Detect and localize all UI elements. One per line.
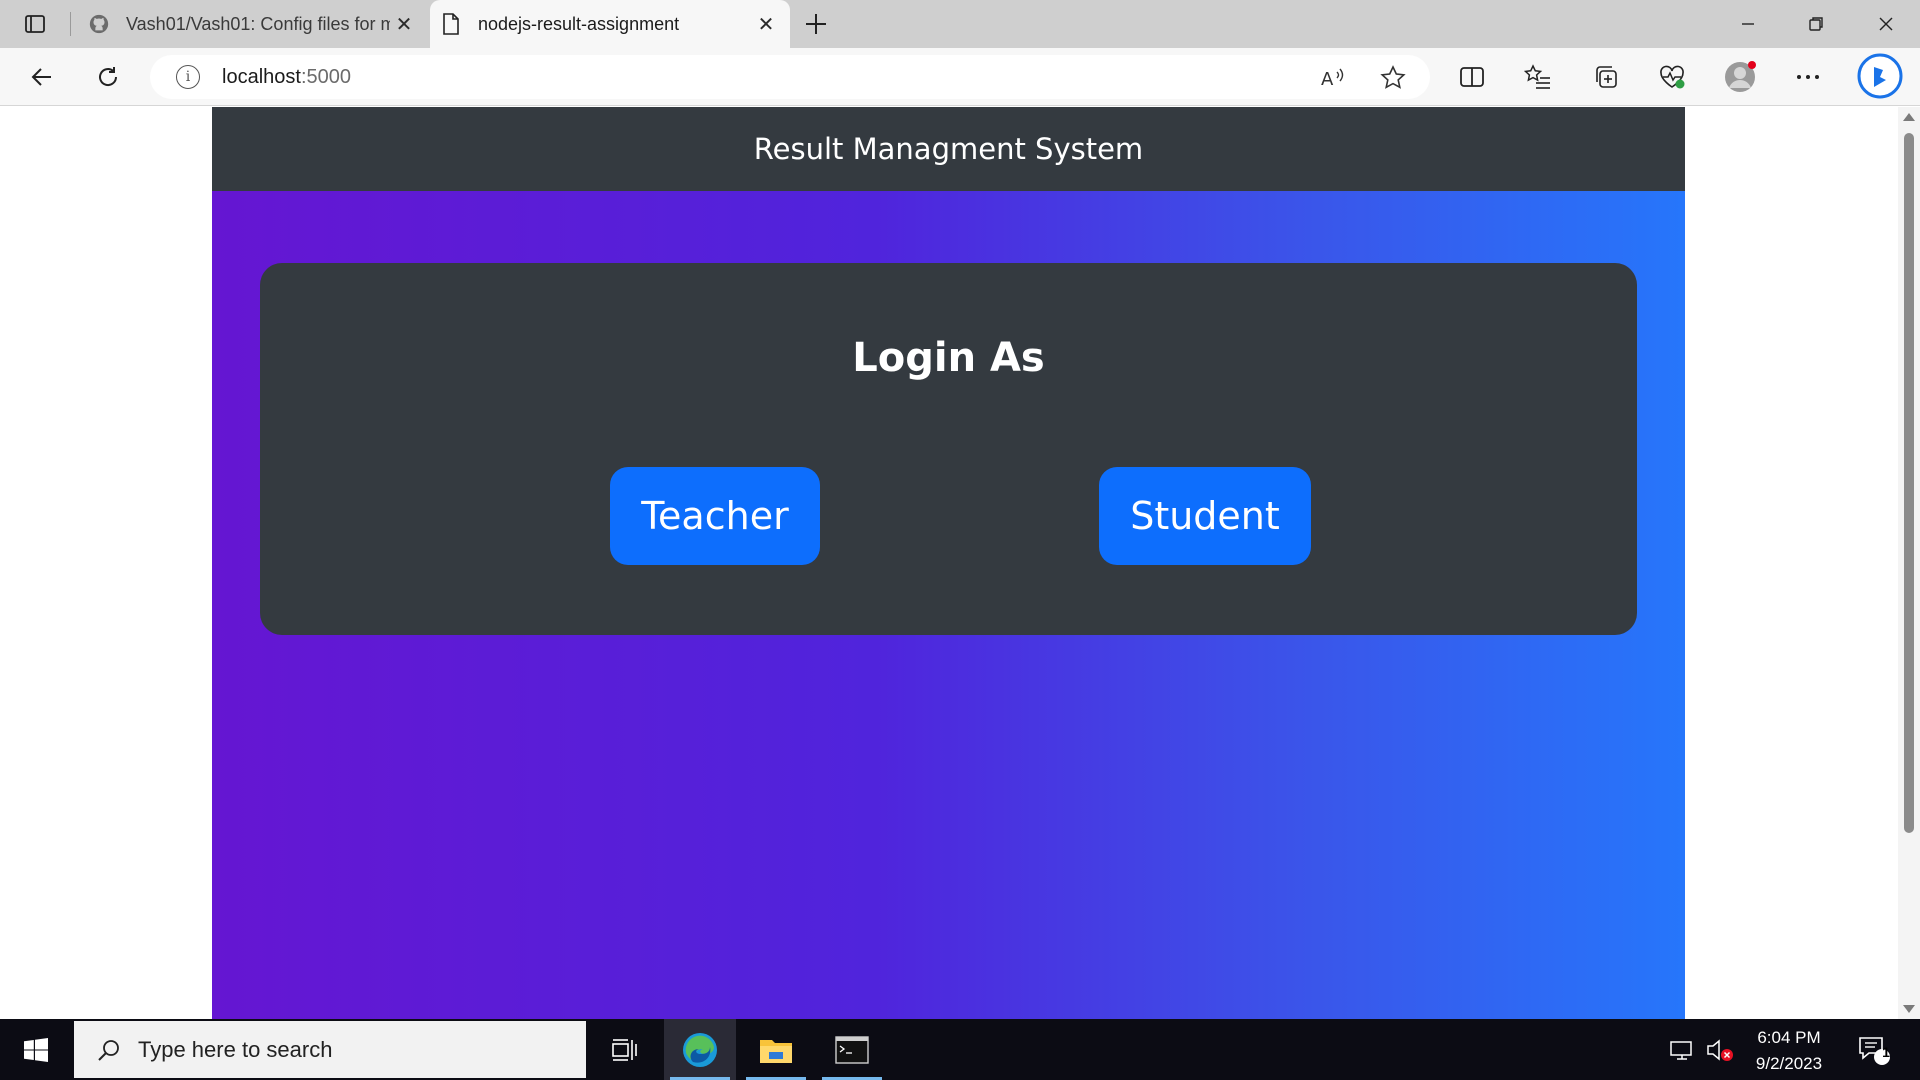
navbar-brand[interactable]: Result Managment System (754, 132, 1143, 166)
terminal-icon (835, 1035, 869, 1064)
page-scrollbar[interactable] (1898, 107, 1920, 1019)
back-button[interactable] (22, 58, 62, 96)
task-view-icon (612, 1038, 637, 1061)
close-window-button[interactable] (1852, 0, 1920, 48)
tab-nodejs-result[interactable]: nodejs-result-assignment ✕ (430, 0, 790, 48)
taskbar-edge[interactable] (664, 1019, 736, 1080)
tab-title: nodejs-result-assignment (478, 13, 680, 34)
tab-divider (70, 12, 71, 36)
clock-date: 9/2/2023 (1755, 1054, 1823, 1073)
tab-title: Vash01/Vash01: Config files for my (126, 13, 390, 34)
restore-button[interactable] (1782, 0, 1850, 48)
tab-actions-button[interactable] (14, 9, 56, 39)
split-screen-icon (1460, 67, 1484, 87)
taskbar-search-box[interactable]: Type here to search (74, 1021, 586, 1078)
login-card: Login As Teacher Student (260, 263, 1637, 635)
scroll-thumb[interactable] (1904, 133, 1914, 833)
heartbeat-icon (1660, 65, 1685, 89)
volume-muted-icon (1707, 1038, 1733, 1061)
minimize-button[interactable] (1714, 0, 1782, 48)
page-background: Result Managment System Login As Teacher… (212, 107, 1685, 1019)
taskbar: Type here to search 6:04 PM 9/2/2023 1 (0, 1019, 1920, 1080)
volume-tray-button[interactable] (1702, 1019, 1738, 1080)
plus-icon (806, 14, 826, 34)
avatar-icon (1725, 61, 1756, 92)
windows-logo-icon (24, 1037, 48, 1062)
collections-button[interactable] (1586, 58, 1626, 96)
browser-essentials-button[interactable] (1652, 58, 1692, 96)
bing-copilot-button[interactable] (1856, 52, 1904, 100)
close-icon (1879, 17, 1893, 31)
tab-strip: Vash01/Vash01: Config files for my ✕ nod… (0, 0, 1920, 48)
favorite-star-icon[interactable] (1378, 63, 1408, 93)
settings-more-button[interactable] (1788, 58, 1828, 96)
teacher-login-button[interactable]: Teacher (610, 467, 820, 565)
refresh-button[interactable] (88, 58, 128, 96)
edge-icon (683, 1032, 717, 1067)
more-dots-icon (1797, 75, 1819, 79)
page-viewport: Result Managment System Login As Teacher… (0, 107, 1920, 1019)
network-tray-button[interactable] (1664, 1019, 1700, 1080)
collections-icon (1596, 66, 1617, 88)
search-placeholder: Type here to search (138, 1036, 333, 1062)
folder-icon (760, 1039, 792, 1063)
task-view-button[interactable] (588, 1019, 660, 1080)
back-arrow-icon (31, 68, 51, 86)
login-heading: Login As (852, 335, 1045, 381)
site-info-icon[interactable]: i (176, 65, 200, 89)
notification-count-badge: 1 (1882, 1044, 1890, 1060)
action-center-button[interactable]: 1 (1850, 1019, 1898, 1080)
github-icon (88, 13, 110, 35)
taskbar-terminal[interactable] (816, 1019, 888, 1080)
tab-close-icon[interactable]: ✕ (390, 10, 418, 38)
tab-close-icon[interactable]: ✕ (752, 10, 780, 38)
bing-icon (1857, 53, 1903, 99)
start-button[interactable] (0, 1019, 72, 1080)
new-tab-button[interactable] (800, 8, 832, 40)
read-aloud-icon[interactable]: A (1318, 63, 1348, 93)
favorites-list-icon (1524, 64, 1550, 89)
clock-time: 6:04 PM (1757, 1028, 1821, 1047)
search-icon (94, 1035, 124, 1065)
refresh-icon (99, 67, 118, 86)
minimize-icon (1742, 23, 1754, 25)
taskbar-file-explorer[interactable] (740, 1019, 812, 1080)
profile-button[interactable] (1720, 58, 1760, 96)
split-screen-button[interactable] (1452, 58, 1492, 96)
navbar: Result Managment System (212, 107, 1685, 191)
address-bar[interactable]: i localhost:5000 A (150, 55, 1430, 99)
student-login-button[interactable]: Student (1099, 467, 1311, 565)
scroll-up-icon[interactable] (1903, 113, 1915, 121)
tab-github[interactable]: Vash01/Vash01: Config files for my ✕ (78, 0, 428, 48)
tab-actions-icon (25, 15, 45, 33)
taskbar-clock[interactable]: 6:04 PM 9/2/2023 (1740, 1025, 1838, 1077)
network-icon (1670, 1040, 1692, 1060)
page-icon (440, 13, 462, 35)
favorites-button[interactable] (1518, 58, 1558, 96)
url-host: localhost (222, 65, 301, 88)
url-port: :5000 (300, 65, 351, 88)
scroll-down-icon[interactable] (1903, 1005, 1915, 1013)
restore-icon (1809, 17, 1823, 31)
browser-toolbar: i localhost:5000 A (0, 48, 1920, 106)
svg-text:A: A (1321, 69, 1334, 90)
